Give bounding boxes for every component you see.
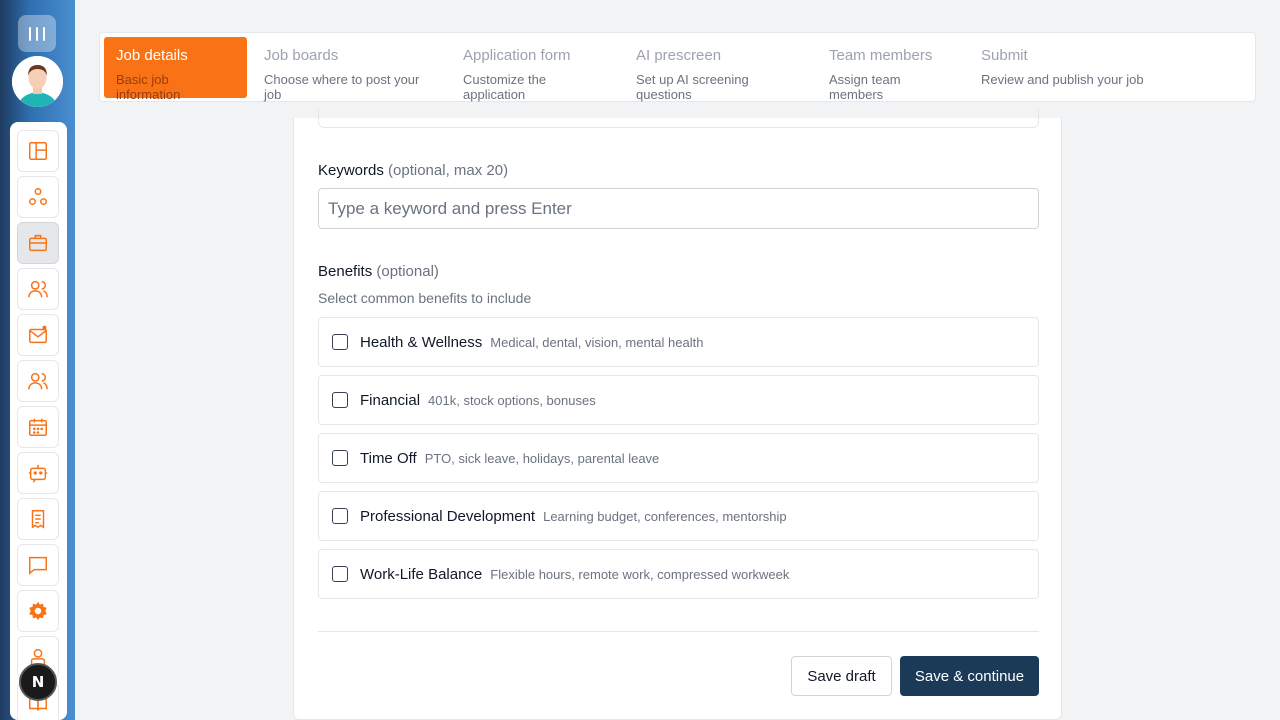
save-draft-button[interactable]: Save draft: [791, 656, 892, 696]
sidebar-item-dashboard[interactable]: [17, 130, 59, 172]
keywords-input[interactable]: [318, 188, 1039, 229]
benefit-title: Financial: [360, 391, 421, 409]
people-icon: [28, 280, 48, 298]
step-subtitle: Set up AI screening questions: [636, 72, 749, 102]
job-details-form: Keywords (optional, max 20) Benefits (op…: [293, 108, 1062, 720]
briefcase-icon: [29, 234, 47, 252]
sidebar-item-candidates[interactable]: [17, 268, 59, 310]
sidebar-item-jobs[interactable]: [17, 222, 59, 264]
keywords-label-text: Keywords: [318, 162, 384, 179]
benefit-option-professional-development[interactable]: Professional Development Learning budget…: [318, 491, 1039, 541]
keywords-hint: (optional, max 20): [388, 162, 509, 179]
step-job-boards[interactable]: Job boards Choose where to post your job: [252, 37, 442, 102]
step-team-members[interactable]: Team members Assign team members: [817, 37, 967, 102]
menu-bar-icon: [43, 26, 45, 41]
calendar-icon: [29, 418, 47, 436]
benefit-description: PTO, sick leave, holidays, parental leav…: [424, 450, 660, 466]
org-chart-icon: [29, 188, 47, 206]
dashboard-icon: [29, 142, 47, 160]
benefit-checkbox[interactable]: [332, 450, 348, 466]
menu-toggle-button[interactable]: [18, 15, 56, 52]
step-subtitle: Basic job information: [116, 72, 181, 102]
previous-field[interactable]: [318, 108, 1039, 128]
benefit-checkbox[interactable]: [332, 392, 348, 408]
chat-icon: [29, 556, 47, 575]
benefits-label-text: Benefits: [318, 263, 373, 280]
benefit-option-financial[interactable]: Financial 401k, stock options, bonuses: [318, 375, 1039, 425]
menu-bar-icon: [29, 26, 31, 41]
sidebar-item-billing[interactable]: [17, 498, 59, 540]
sidebar-item-inbox[interactable]: [17, 314, 59, 356]
benefit-checkbox[interactable]: [332, 566, 348, 582]
benefit-option-work-life-balance[interactable]: Work-Life Balance Flexible hours, remote…: [318, 549, 1039, 599]
step-subtitle: Review and publish your job: [981, 72, 1144, 87]
step-submit[interactable]: Submit Review and publish your job: [969, 37, 1159, 98]
benefits-label: Benefits (optional): [318, 263, 439, 280]
avatar[interactable]: [12, 56, 63, 107]
sidebar-item-ai[interactable]: [17, 452, 59, 494]
step-subtitle: Choose where to post your job: [264, 72, 420, 102]
sidebar-nav: [10, 122, 67, 720]
step-subtitle: Assign team members: [829, 72, 901, 102]
step-subtitle: Customize the application: [463, 72, 547, 102]
sidebar-item-calendar[interactable]: [17, 406, 59, 448]
benefit-title: Time Off: [360, 449, 417, 467]
step-ai-prescreen[interactable]: AI prescreen Set up AI screening questio…: [624, 37, 814, 102]
benefit-title: Professional Development: [360, 507, 536, 525]
sidebar-item-org[interactable]: [17, 176, 59, 218]
step-application-form[interactable]: Application form Customize the applicati…: [451, 37, 621, 102]
workspace-badge[interactable]: N: [19, 663, 57, 701]
step-title: Team members: [829, 47, 933, 64]
avatar-image: [12, 56, 63, 107]
sidebar-item-settings[interactable]: [17, 590, 59, 632]
benefit-title: Health & Wellness: [360, 333, 483, 351]
benefit-option-health[interactable]: Health & Wellness Medical, dental, visio…: [318, 317, 1039, 367]
benefit-description: Medical, dental, vision, mental health: [490, 334, 704, 350]
step-title: Job boards: [264, 47, 339, 64]
people-icon: [28, 372, 48, 390]
benefit-description: Flexible hours, remote work, compressed …: [490, 566, 790, 582]
keywords-label: Keywords (optional, max 20): [318, 162, 508, 179]
step-title: Job details: [116, 47, 188, 64]
job-stepper: Job details Basic job information Job bo…: [99, 32, 1256, 102]
step-title: AI prescreen: [636, 47, 722, 64]
step-title: Submit: [981, 47, 1028, 64]
benefit-description: Learning budget, conferences, mentorship: [543, 508, 787, 524]
benefit-title: Work-Life Balance: [360, 565, 483, 583]
benefit-checkbox[interactable]: [332, 334, 348, 350]
benefits-helper-text: Select common benefits to include: [318, 290, 532, 306]
robot-icon: [28, 464, 48, 483]
gear-icon: [29, 601, 47, 621]
menu-bar-icon: [36, 26, 38, 41]
save-continue-button[interactable]: Save & continue: [900, 656, 1039, 696]
benefit-description: 401k, stock options, bonuses: [428, 392, 596, 408]
receipt-icon: [31, 510, 45, 529]
benefit-checkbox[interactable]: [332, 508, 348, 524]
benefits-hint: (optional): [376, 263, 439, 280]
benefit-option-time-off[interactable]: Time Off PTO, sick leave, holidays, pare…: [318, 433, 1039, 483]
form-divider: [318, 631, 1039, 632]
step-job-details[interactable]: Job details Basic job information: [104, 37, 247, 102]
app-rail: N: [0, 0, 75, 720]
sidebar-item-team[interactable]: [17, 360, 59, 402]
mail-notification-icon: [29, 325, 47, 344]
sidebar-item-messages[interactable]: [17, 544, 59, 586]
step-title: Application form: [463, 47, 571, 64]
